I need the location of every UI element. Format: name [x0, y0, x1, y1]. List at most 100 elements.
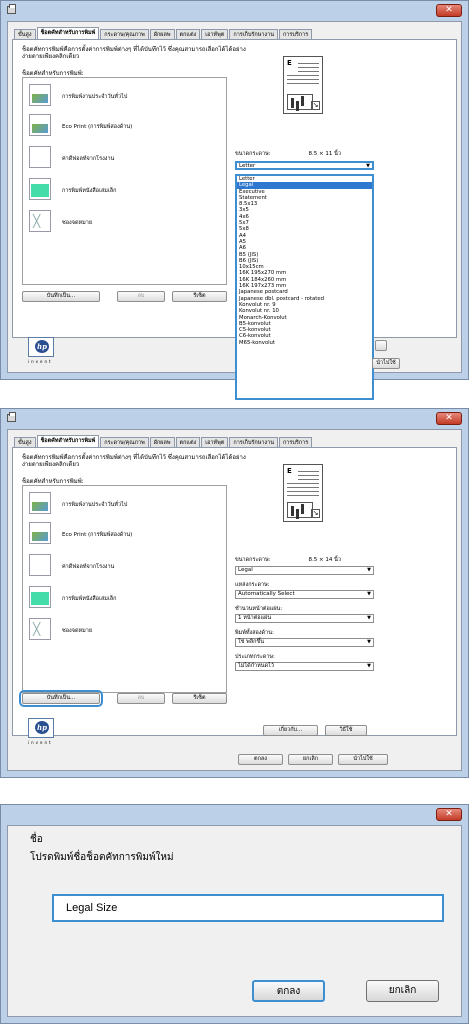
- printer-icon: [7, 412, 16, 422]
- delete-button[interactable]: ลบ: [117, 693, 165, 704]
- tab-page: ช็อตคัทการพิมพ์คือการตั้งค่าการพิมพ์ต่าง…: [12, 447, 457, 745]
- pages-per-sheet-select[interactable]: 1 หน้าต่อแผ่น ▼: [235, 614, 374, 623]
- chart-icon: [287, 502, 313, 518]
- paper-size-label: ขนาดกระดาษ:: [235, 151, 271, 157]
- shortcut-label: ซองจดหมาย: [62, 220, 93, 226]
- shortcut-item-factory-defaults[interactable]: ค่าดีฟอลท์จากโรงงาน: [29, 554, 219, 582]
- shortcut-item-envelope[interactable]: ซองจดหมาย: [29, 210, 219, 238]
- cancel-button[interactable]: ยกเลิก: [288, 754, 333, 765]
- shortcut-list: การพิมพ์งานประจำวันทั่วไป Eco Print (การ…: [22, 485, 227, 693]
- apply-button[interactable]: นำไปใช้: [338, 754, 388, 765]
- hp-logo: [28, 718, 54, 738]
- shortcut-item-booklet[interactable]: การพิมพ์หนังสือเล่มเล็ก: [29, 178, 219, 206]
- shortcut-label: การพิมพ์หนังสือเล่มเล็ก: [62, 596, 117, 602]
- shortcut-list: การพิมพ์งานประจำวันทั่วไป Eco Print (การ…: [22, 77, 227, 285]
- shortcut-label: Eco Print (การพิมพ์สองด้าน): [62, 532, 133, 538]
- title-bar: ✕: [1, 805, 468, 825]
- title-bar: ✕: [1, 1, 468, 21]
- save-as-button[interactable]: บันทึกเป็น...: [22, 291, 100, 302]
- paper-size-select[interactable]: Letter ▼: [235, 161, 374, 170]
- select-value: 1 หน้าต่อแผ่น: [238, 615, 272, 621]
- shortcut-item-booklet[interactable]: การพิมพ์หนังสือเล่มเล็ก: [29, 586, 219, 614]
- shortcut-label: การพิมพ์งานประจำวันทั่วไป: [62, 502, 128, 508]
- close-icon[interactable]: ✕: [436, 808, 462, 821]
- chevron-down-icon: ▼: [367, 591, 371, 597]
- chevron-down-icon: ▼: [366, 163, 370, 169]
- paper-size-label: ขนาดกระดาษ:: [235, 557, 271, 563]
- dog-ear-icon: ↘: [311, 509, 320, 518]
- paper-size-dropdown-list[interactable]: Letter Legal Executive Statement 8.5x13 3x5 4x…: [235, 174, 374, 400]
- printer-properties-window-dropdown: ✕ ขั้นสูง ช็อตคัทสำหรับการพิมพ์ กระดาษ/คุณ…: [0, 0, 469, 400]
- shortcut-buttons: บันทึกเป็น... ลบ รีเซ็ต: [22, 291, 227, 303]
- shortcut-name-input[interactable]: Legal Size: [52, 894, 444, 922]
- paper-source-select[interactable]: Automatically Select ▼: [235, 590, 374, 599]
- close-icon[interactable]: ✕: [436, 4, 462, 17]
- paper-size-select[interactable]: Legal ▼: [235, 566, 374, 575]
- save-as-button[interactable]: บันทึกเป็น...: [19, 690, 103, 707]
- envelope-icon: [29, 210, 51, 232]
- shortcut-item-eco-print[interactable]: Eco Print (การพิมพ์สองด้าน): [29, 114, 219, 142]
- duplex-select[interactable]: ใช่ พลิกขึ้น ▼: [235, 638, 374, 647]
- cancel-button[interactable]: ยกเลิก: [366, 980, 439, 1002]
- shortcut-buttons: บันทึกเป็น... ลบ รีเซ็ต: [19, 690, 227, 707]
- ok-button[interactable]: ตกลง: [252, 980, 325, 1002]
- title-bar: ✕: [1, 409, 468, 429]
- about-button-partial[interactable]: [375, 340, 387, 351]
- dog-ear-icon: ↘: [311, 101, 320, 110]
- shortcut-label: การพิมพ์งานประจำวันทั่วไป: [62, 94, 128, 100]
- page-preview: E ↘: [283, 464, 323, 522]
- document-image-icon: [29, 492, 51, 514]
- ok-button[interactable]: ตกลง: [238, 754, 283, 765]
- printer-properties-window-saveas: ✕ ขั้นสูง ช็อตคัทสำหรับการพิมพ์ กระดาษ/คุณ…: [0, 408, 469, 778]
- duplex-document-icon: [29, 522, 51, 544]
- duplex-label: พิมพ์ทั้งสองด้าน:: [235, 630, 274, 636]
- duplex-document-icon: [29, 114, 51, 136]
- tab-strip: ขั้นสูง ช็อตคัทสำหรับการพิมพ์ กระดาษ/คุณภา…: [14, 435, 313, 448]
- shortcut-item-eco-print[interactable]: Eco Print (การพิมพ์สองด้าน): [29, 522, 219, 550]
- shortcut-label: ซองจดหมาย: [62, 628, 93, 634]
- dialog-panel: ขั้นสูง ช็อตคัทสำหรับการพิมพ์ กระดาษ/คุณภา…: [7, 21, 462, 400]
- select-value: Automatically Select: [238, 591, 295, 597]
- paper-type-label: ประเภทกระดาษ:: [235, 654, 275, 660]
- about-button[interactable]: เกี่ยวกับ...: [263, 725, 318, 736]
- help-button[interactable]: วิธีใช้: [325, 725, 367, 736]
- booklet-icon: [29, 178, 51, 200]
- shortcut-label: ค่าดีฟอลท์จากโรงงาน: [62, 156, 115, 162]
- reset-button[interactable]: รีเซ็ต: [172, 693, 227, 704]
- shortcut-label: Eco Print (การพิมพ์สองด้าน): [62, 124, 133, 130]
- dialog-message: โปรดพิมพ์ชื่อช็อตคัทการพิมพ์ใหม่: [30, 852, 174, 863]
- shortcut-item-everyday[interactable]: การพิมพ์งานประจำวันทั่วไป: [29, 84, 219, 112]
- pages-per-sheet-label: ชำนวนหน้าต่อแผ่น:: [235, 606, 283, 612]
- tab-page: ช็อตคัทการพิมพ์คือการตั้งค่าการพิมพ์ต่าง…: [12, 39, 457, 400]
- shortcut-description: ช็อตคัทการพิมพ์คือการตั้งค่าการพิมพ์ต่าง…: [22, 46, 246, 60]
- shortcut-description: ช็อตคัทการพิมพ์คือการตั้งค่าการพิมพ์ต่าง…: [22, 454, 246, 468]
- chart-icon: [287, 94, 313, 110]
- tab-strip: ขั้นสูง ช็อตคัทสำหรับการพิมพ์ กระดาษ/คุณภา…: [14, 27, 313, 40]
- chevron-down-icon: ▼: [367, 567, 371, 573]
- select-value: ใช่ พลิกขึ้น: [238, 639, 265, 645]
- dialog-title: ชื่อ: [30, 834, 43, 845]
- shortcut-item-everyday[interactable]: การพิมพ์งานประจำวันทั่วไป: [29, 492, 219, 520]
- hp-invent-text: invent: [28, 359, 53, 364]
- dialog-panel: ชื่อ โปรดพิมพ์ชื่อช็อตคัทการพิมพ์ใหม่ Le…: [7, 825, 462, 1017]
- delete-button[interactable]: ลบ: [117, 291, 165, 302]
- reset-button[interactable]: รีเซ็ต: [172, 291, 227, 302]
- envelope-icon: [29, 618, 51, 640]
- paper-type-select[interactable]: ไม่ได้กำหนดไว้ ▼: [235, 662, 374, 671]
- dialog-panel: ขั้นสูง ช็อตคัทสำหรับการพิมพ์ กระดาษ/คุณภา…: [7, 429, 462, 771]
- dropdown-option[interactable]: M65-konvolut: [237, 340, 372, 346]
- printer-icon: [7, 4, 16, 14]
- chevron-down-icon: ▼: [367, 663, 371, 669]
- select-value: Legal: [238, 567, 253, 573]
- blank-page-icon: [29, 146, 51, 168]
- booklet-icon: [29, 586, 51, 608]
- apply-button[interactable]: นำไปใช้: [372, 358, 400, 369]
- shortcut-item-envelope[interactable]: ซองจดหมาย: [29, 618, 219, 646]
- hp-invent-text: invent: [28, 740, 53, 745]
- shortcut-label: การพิมพ์หนังสือเล่มเล็ก: [62, 188, 117, 194]
- close-icon[interactable]: ✕: [436, 412, 462, 425]
- paper-source-label: แหล่งกระดาษ:: [235, 582, 270, 588]
- shortcut-label: ค่าดีฟอลท์จากโรงงาน: [62, 564, 115, 570]
- select-value: Letter: [239, 163, 256, 169]
- shortcut-item-factory-defaults[interactable]: ค่าดีฟอลท์จากโรงงาน: [29, 146, 219, 174]
